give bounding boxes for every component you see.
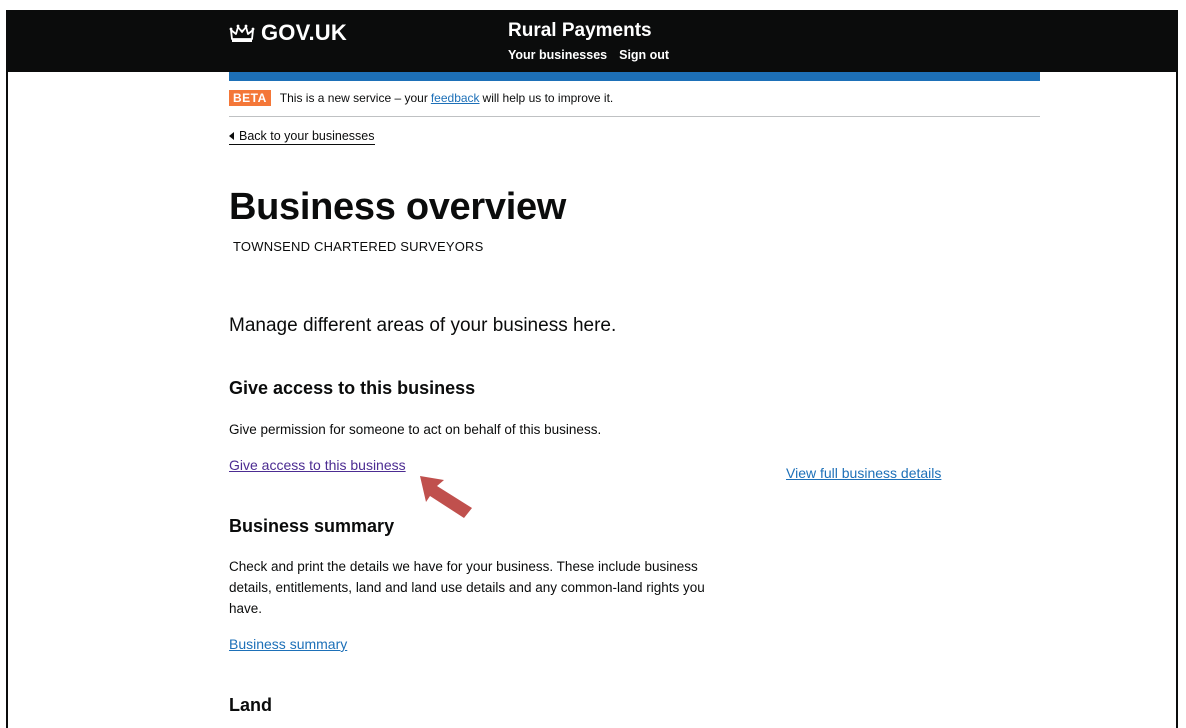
beta-tag: BETA <box>229 90 271 106</box>
access-heading: Give access to this business <box>229 378 476 398</box>
nav-your-businesses[interactable]: Your businesses <box>508 48 607 62</box>
view-business-details-link[interactable]: View full business details <box>786 465 941 481</box>
crown-icon <box>229 23 255 43</box>
back-link[interactable]: Back to your businesses <box>229 129 375 145</box>
phase-divider <box>229 116 1040 117</box>
summary-description: Check and print the details we have for … <box>229 559 705 616</box>
lead-paragraph: Manage different areas of your business … <box>229 315 617 336</box>
phase-banner: BETA This is a new service – your feedba… <box>229 90 613 106</box>
page-title: Business overview <box>229 186 567 228</box>
feedback-link[interactable]: feedback <box>431 91 480 105</box>
access-description: Give permission for someone to act on be… <box>229 422 602 437</box>
nav-sign-out[interactable]: Sign out <box>619 48 669 62</box>
triangle-left-icon <box>229 132 234 140</box>
land-heading: Land <box>229 695 272 715</box>
back-link-label: Back to your businesses <box>239 129 375 143</box>
header-accent-bar <box>229 72 1040 81</box>
logo-text: GOV.UK <box>261 20 347 45</box>
phase-text-before: This is a new service – your <box>279 91 428 105</box>
header-nav: Your businesses Sign out <box>508 48 669 62</box>
browser-frame <box>6 10 1178 728</box>
govuk-logo[interactable]: GOV.UK <box>229 20 347 46</box>
phase-text-after: will help us to improve it. <box>482 91 614 105</box>
govuk-header: GOV.UK Rural Payments Your businesses Si… <box>6 10 1178 72</box>
service-name[interactable]: Rural Payments <box>508 20 652 42</box>
summary-heading: Business summary <box>229 516 395 536</box>
arrow-pointer-icon <box>420 476 472 518</box>
business-name: TOWNSEND CHARTERED SURVEYORS <box>233 239 484 254</box>
business-summary-link[interactable]: Business summary <box>229 636 347 652</box>
give-access-link[interactable]: Give access to this business <box>229 457 406 473</box>
